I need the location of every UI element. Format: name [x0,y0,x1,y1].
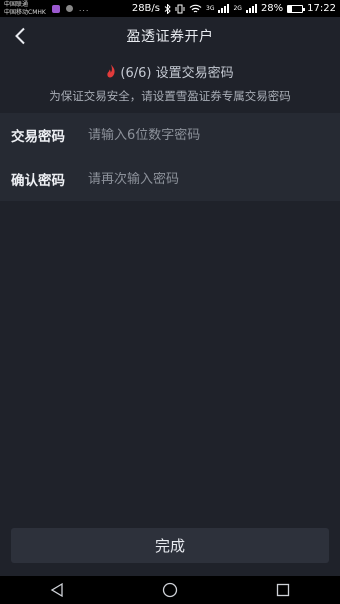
battery-percent: 28% [260,3,284,14]
back-triangle-icon [50,583,63,597]
page-title: 盈透证券开户 [126,29,214,45]
more-notifications: ... [78,4,90,13]
signal-icon-2 [245,4,257,13]
carrier-line-2: 中国移动CMHK [4,8,46,16]
security-hint: 为保证交易安全，请设置雪盈证券专属交易密码 [49,89,291,103]
battery-icon [287,4,306,13]
net-type-2: 2G [233,4,242,12]
status-bar: 中国联通 中国移动CMHK ... 28B/s 3G 2G 28% 17:22 [0,0,340,17]
done-button[interactable]: 完成 [11,528,329,563]
password-form: 交易密码 确认密码 [0,113,340,201]
flame-icon [107,64,115,78]
trade-password-input[interactable] [88,127,340,143]
navigation-bar [0,576,340,604]
chevron-left-icon [15,27,25,45]
vibrate-icon [175,4,185,13]
net-speed: 28B/s [131,3,160,14]
wifi-icon [189,4,202,12]
nav-recents-button[interactable] [263,576,303,604]
net-type: 3G [206,4,215,12]
confirm-password-input[interactable] [88,171,340,187]
status-left: 中国联通 中国移动CMHK ... [4,1,89,17]
confirm-password-row: 确认密码 [0,157,340,201]
clock: 17:22 [307,3,336,14]
back-button[interactable] [8,23,32,49]
nav-home-button[interactable] [150,576,190,604]
recents-square-icon [277,583,290,597]
header: 盈透证券开户 [0,17,340,55]
battery-level [288,5,293,12]
trade-password-row: 交易密码 [0,113,340,157]
trade-password-label: 交易密码 [11,129,65,145]
signal-icon [218,4,230,13]
nav-back-button[interactable] [37,576,77,604]
carrier-info: 中国联通 中国移动CMHK [4,1,46,17]
step-text: (6/6) 设置交易密码 [120,65,234,81]
carrier-line-1: 中国联通 [4,0,29,8]
confirm-password-label: 确认密码 [11,173,65,189]
home-circle-icon [162,582,178,598]
notification-icon [65,5,73,12]
bluetooth-icon [164,3,171,14]
step-indicator: (6/6) 设置交易密码 [0,61,340,81]
app-notification-icon [51,4,60,13]
status-right: 28B/s 3G 2G 28% 17:22 [132,3,336,14]
